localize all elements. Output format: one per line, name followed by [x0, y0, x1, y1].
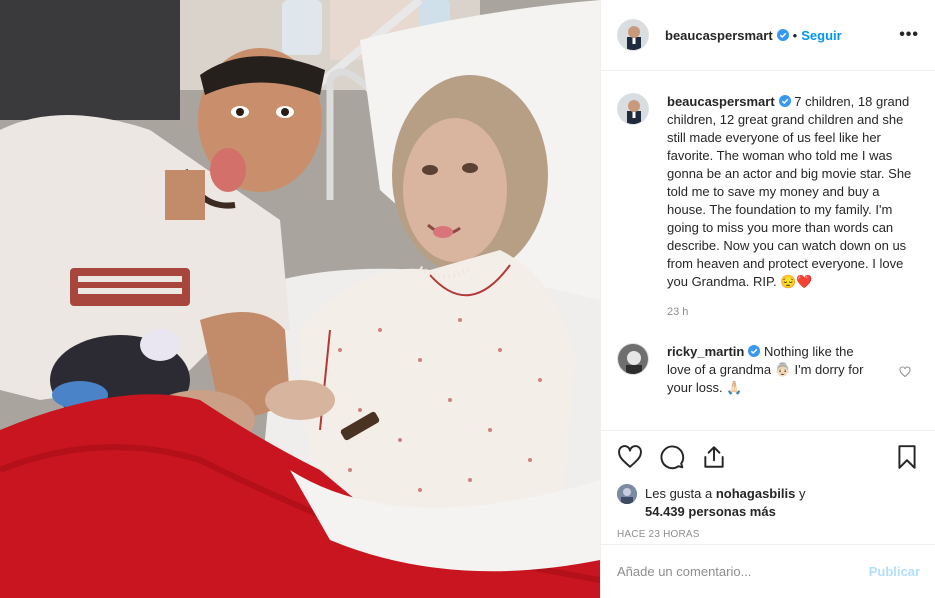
- instagram-post-view: beaucaspersmart • Seguir ••• beaucaspers…: [0, 0, 935, 598]
- caption-username[interactable]: beaucaspersmart: [667, 94, 775, 109]
- likes-count[interactable]: 54.439 personas más: [645, 504, 776, 519]
- more-options-icon[interactable]: •••: [899, 26, 919, 44]
- follow-button[interactable]: Seguir: [801, 28, 841, 43]
- avatar-image: [618, 94, 648, 124]
- caption-comment: beaucaspersmart 7 children, 18 grand chi…: [617, 93, 919, 321]
- post-header: beaucaspersmart • Seguir •••: [601, 0, 935, 71]
- avatar-image: [617, 484, 637, 504]
- verified-badge-icon: [776, 29, 789, 41]
- comments-section: beaucaspersmart 7 children, 18 grand chi…: [601, 71, 935, 429]
- verified-badge-icon: [748, 345, 761, 357]
- likes-prefix: Les gusta a: [645, 486, 713, 501]
- likes-conjunction: y: [798, 486, 806, 501]
- liker-username[interactable]: nohagasbilis: [716, 486, 795, 501]
- comment-input[interactable]: [617, 564, 869, 579]
- heart-icon[interactable]: [617, 444, 643, 470]
- liker-avatar[interactable]: [617, 484, 637, 504]
- caption-author-avatar[interactable]: [617, 93, 649, 125]
- separator-dot: •: [792, 27, 798, 43]
- commenter-username[interactable]: ricky_martin: [667, 344, 744, 359]
- author-avatar[interactable]: [617, 19, 649, 51]
- likes-summary: Les gusta a nohagasbilis y 54.439 person…: [617, 484, 920, 521]
- comment-body: ricky_martin Nothing like the love of a …: [667, 343, 872, 397]
- post-timestamp[interactable]: HACE 23 HORAS: [617, 529, 920, 540]
- caption-body: beaucaspersmart 7 children, 18 grand chi…: [667, 93, 912, 321]
- post-sidebar: beaucaspersmart • Seguir ••• beaucaspers…: [600, 0, 935, 598]
- add-comment-bar: Publicar: [601, 544, 935, 598]
- verified-badge-icon: [778, 95, 791, 107]
- comment-bubble-icon[interactable]: [659, 444, 685, 470]
- post-actions: Les gusta a nohagasbilis y 54.439 person…: [601, 430, 935, 540]
- commenter-avatar[interactable]: [617, 343, 649, 375]
- caption-text: 7 children, 18 grand children, 12 great …: [667, 94, 912, 289]
- share-icon[interactable]: [701, 444, 727, 470]
- like-comment-heart-icon[interactable]: [899, 366, 911, 378]
- author-username[interactable]: beaucaspersmart: [665, 28, 773, 43]
- caption-timestamp[interactable]: 23 h: [667, 303, 912, 321]
- bookmark-icon[interactable]: [894, 444, 920, 470]
- likes-text: Les gusta a nohagasbilis y 54.439 person…: [645, 485, 805, 521]
- post-photo[interactable]: [0, 0, 600, 598]
- post-photo-illustration: [0, 0, 600, 598]
- avatar-image: [618, 344, 648, 374]
- comment-item: ricky_martin Nothing like the love of a …: [617, 343, 919, 397]
- avatar-image: [618, 20, 648, 50]
- action-icons: [617, 443, 920, 471]
- publish-button[interactable]: Publicar: [869, 564, 920, 579]
